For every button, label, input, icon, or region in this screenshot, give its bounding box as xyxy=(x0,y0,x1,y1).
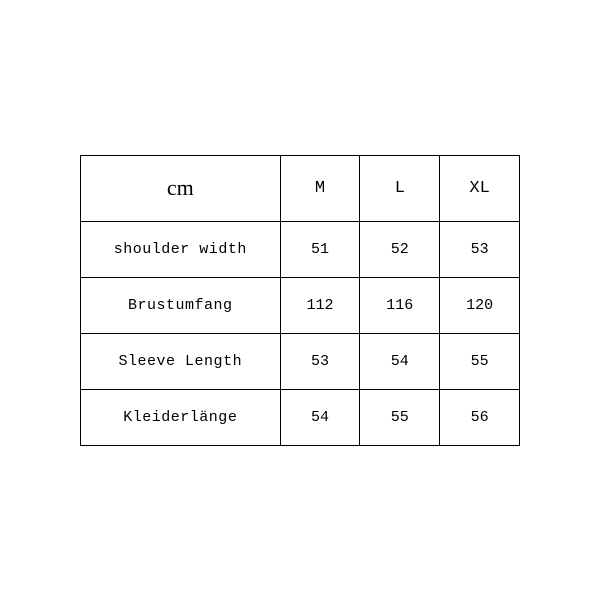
unit-header: cm xyxy=(81,155,281,221)
measure-value: 120 xyxy=(440,277,520,333)
measure-value: 54 xyxy=(280,389,360,445)
measure-value: 55 xyxy=(440,333,520,389)
measure-value: 52 xyxy=(360,221,440,277)
measure-label-bust: Brustumfang xyxy=(81,277,281,333)
measure-value: 53 xyxy=(280,333,360,389)
size-header-xl: XL xyxy=(440,155,520,221)
measure-label-sleeve: Sleeve Length xyxy=(81,333,281,389)
measure-label-shoulder: shoulder width xyxy=(81,221,281,277)
table-row: Sleeve Length 53 54 55 xyxy=(81,333,520,389)
table-row: shoulder width 51 52 53 xyxy=(81,221,520,277)
size-header-m: M xyxy=(280,155,360,221)
table-row: Kleiderlänge 54 55 56 xyxy=(81,389,520,445)
measure-value: 116 xyxy=(360,277,440,333)
size-header-l: L xyxy=(360,155,440,221)
measure-value: 112 xyxy=(280,277,360,333)
measure-value: 53 xyxy=(440,221,520,277)
size-chart-table: cm M L XL shoulder width 51 52 53 Brustu… xyxy=(80,155,520,446)
measure-label-length: Kleiderlänge xyxy=(81,389,281,445)
measure-value: 54 xyxy=(360,333,440,389)
measure-value: 55 xyxy=(360,389,440,445)
table-row: Brustumfang 112 116 120 xyxy=(81,277,520,333)
header-row: cm M L XL xyxy=(81,155,520,221)
measure-value: 56 xyxy=(440,389,520,445)
measure-value: 51 xyxy=(280,221,360,277)
